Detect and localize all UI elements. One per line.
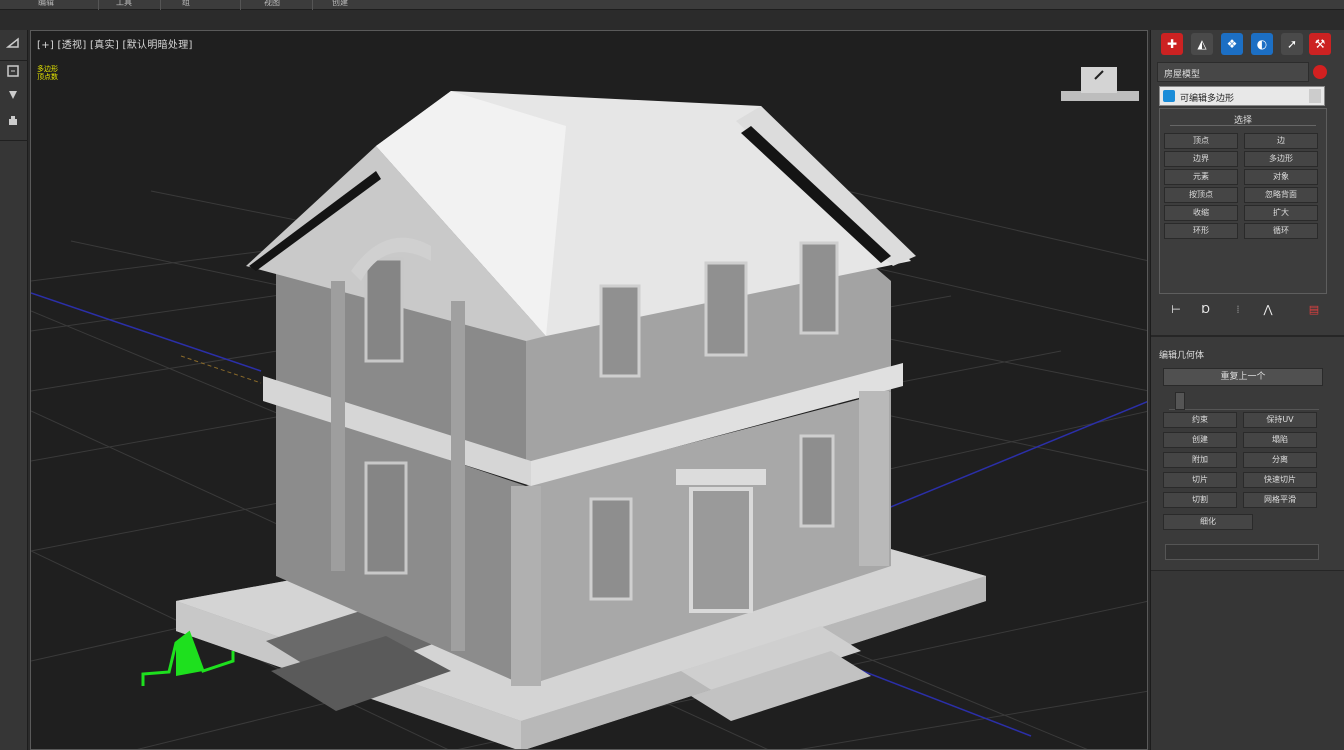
display-icon[interactable]: ➚ — [1281, 33, 1303, 55]
show-end-result-icon[interactable]: Ɒ — [1195, 300, 1217, 320]
utilities-icon[interactable]: ⚒ — [1309, 33, 1331, 55]
ring-button[interactable]: 环形 — [1164, 223, 1238, 239]
viewport-stats: 多边形 顶点数 — [37, 65, 58, 81]
viewport-canvas — [31, 67, 1147, 750]
make-unique-icon[interactable]: ⁞ — [1227, 300, 1249, 320]
command-panel-tabs: ✚ ◭ ❖ ◐ ➚ ⚒ — [1157, 33, 1341, 57]
create-icon[interactable]: ✚ — [1161, 33, 1183, 55]
viewport-label[interactable]: [+] [透视] [真实] [默认明暗处理] — [37, 36, 193, 51]
front-door — [689, 487, 753, 613]
constraint-slider[interactable] — [1169, 392, 1319, 410]
panel-empty-area — [1151, 570, 1344, 750]
polygon-button[interactable]: 多边形 — [1244, 151, 1318, 167]
scale-icon[interactable] — [3, 114, 23, 134]
menu-item-group[interactable]: 组 — [182, 0, 190, 8]
left-toolbar — [0, 30, 28, 750]
toolbar-divider — [0, 60, 28, 61]
tessellate-button[interactable]: 细化 — [1163, 514, 1253, 530]
object-color-swatch[interactable] — [1313, 65, 1327, 79]
hierarchy-icon[interactable]: ❖ — [1221, 33, 1243, 55]
panel-divider — [1151, 335, 1344, 337]
grow-button[interactable]: 扩大 — [1244, 205, 1318, 221]
settings-field[interactable] — [1165, 544, 1319, 560]
create-button[interactable]: 创建 — [1163, 432, 1237, 448]
pilaster-mid — [451, 301, 465, 651]
door-lintel — [676, 469, 766, 485]
move-icon[interactable] — [3, 64, 23, 84]
slice-button[interactable]: 切片 — [1163, 472, 1237, 488]
meshsmooth-button[interactable]: 网格平滑 — [1243, 492, 1317, 508]
pin-stack-icon[interactable]: ⊢ — [1165, 300, 1187, 320]
object-button[interactable]: 对象 — [1244, 169, 1318, 185]
menu-item-views[interactable]: 视图 — [264, 0, 280, 8]
ignore-backfacing-button[interactable]: 忽略背面 — [1244, 187, 1318, 203]
collapse-button[interactable]: 塌陷 — [1243, 432, 1317, 448]
motion-icon[interactable]: ◐ — [1251, 33, 1273, 55]
house-model[interactable] — [176, 91, 986, 750]
repeat-last-button[interactable]: 重复上一个 — [1163, 368, 1323, 386]
object-name-field[interactable]: 房屋模型 — [1157, 62, 1309, 82]
edit-geometry-title[interactable]: 编辑几何体 — [1159, 348, 1204, 361]
modify-icon[interactable]: ◭ — [1191, 33, 1213, 55]
constraints-button[interactable]: 约束 — [1163, 412, 1237, 428]
modifier-icon — [1163, 90, 1175, 102]
pilaster-left — [331, 281, 345, 571]
rollout-divider — [1170, 125, 1316, 126]
chevron-down-icon — [1309, 89, 1321, 103]
vertex-button[interactable]: 顶点 — [1164, 133, 1238, 149]
menu-item-create[interactable]: 创建 — [332, 0, 348, 8]
menu-divider — [160, 0, 161, 10]
edge-button[interactable]: 边 — [1244, 133, 1318, 149]
toolbar-divider — [0, 140, 28, 141]
by-vertex-button[interactable]: 按顶点 — [1164, 187, 1238, 203]
shrink-button[interactable]: 收缩 — [1164, 205, 1238, 221]
perspective-viewport[interactable]: [+] [透视] [真实] [默认明暗处理] 多边形 顶点数 — [30, 30, 1148, 750]
command-panel: ✚ ◭ ❖ ◐ ➚ ⚒ 房屋模型 可编辑多边形 选择 顶点 边 边界 多边形 元… — [1150, 30, 1344, 750]
menu-bar: 编辑 工具 组 视图 创建 — [0, 0, 1344, 10]
modifier-list-dropdown[interactable]: 可编辑多边形 — [1159, 86, 1325, 106]
modifier-stack-icons: ⊢ Ɒ ⁞ ⋀ ▤ — [1157, 300, 1341, 322]
edit-geometry-rollout: 重复上一个 约束 保持UV 创建 塌陷 附加 分离 切片 快速切片 切割 网格平… — [1159, 364, 1327, 564]
stats-verts: 顶点数 — [37, 73, 58, 81]
remove-modifier-icon[interactable]: ⋀ — [1257, 300, 1279, 320]
pilaster-right — [859, 391, 889, 566]
view-cube[interactable] — [1061, 67, 1139, 101]
configure-sets-icon[interactable]: ▤ — [1303, 300, 1325, 320]
detach-button[interactable]: 分离 — [1243, 452, 1317, 468]
border-button[interactable]: 边界 — [1164, 151, 1238, 167]
select-icon[interactable] — [3, 36, 23, 56]
menu-divider — [312, 0, 313, 10]
loop-button[interactable]: 循环 — [1244, 223, 1318, 239]
menu-item-tools[interactable]: 工具 — [116, 0, 132, 8]
preserve-uv-button[interactable]: 保持UV — [1243, 412, 1317, 428]
pilaster-center — [511, 486, 541, 686]
menu-divider — [240, 0, 241, 10]
slider-knob[interactable] — [1175, 392, 1185, 410]
cut-button[interactable]: 切割 — [1163, 492, 1237, 508]
menu-divider — [98, 0, 99, 10]
element-button[interactable]: 元素 — [1164, 169, 1238, 185]
modifier-list-label: 可编辑多边形 — [1180, 94, 1235, 104]
selection-rollout: 选择 顶点 边 边界 多边形 元素 对象 按顶点 忽略背面 收缩 扩大 环形 循… — [1159, 108, 1327, 294]
menu-item-edit[interactable]: 编辑 — [38, 0, 54, 8]
quick-slice-button[interactable]: 快速切片 — [1243, 472, 1317, 488]
rotate-icon[interactable] — [3, 88, 23, 108]
stats-polys: 多边形 — [37, 65, 58, 73]
attach-button[interactable]: 附加 — [1163, 452, 1237, 468]
